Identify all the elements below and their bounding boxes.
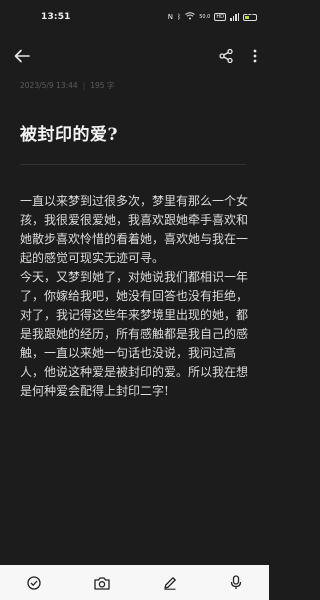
wifi-icon xyxy=(185,12,196,22)
camera-icon[interactable] xyxy=(94,576,110,590)
note-meta: 2023/5/9 13:44 | 195 字 xyxy=(20,80,114,91)
pen-icon[interactable] xyxy=(163,576,177,590)
note-paragraph-2: 今天，又梦到她了，对她说我们都相识一年了，你嫁给我吧，她没有回答也没有拒绝，对了… xyxy=(20,270,249,398)
meta-separator: | xyxy=(82,81,86,90)
note-word-count: 195 字 xyxy=(90,81,115,90)
microphone-icon[interactable] xyxy=(230,575,242,590)
wifi-speed: 50.0 xyxy=(199,14,211,20)
note-body[interactable]: 一直以来梦到过很多次，梦里有那么一个女孩，我很爱很爱她，我喜欢跟她牵手喜欢和她散… xyxy=(20,192,248,401)
arrow-left-icon[interactable] xyxy=(14,49,30,63)
battery-icon: 35 xyxy=(243,13,257,21)
signal-icon xyxy=(230,13,239,21)
note-date: 2023/5/9 13:44 xyxy=(20,81,78,90)
toolbar xyxy=(0,40,269,72)
status-time: 13:51 xyxy=(41,12,71,22)
status-bar: 13:51 N ᛒ 50.0 HD 35 xyxy=(0,0,269,34)
nfc-icon: N xyxy=(167,13,174,21)
share-icon[interactable] xyxy=(219,49,233,63)
status-icons: N ᛒ 50.0 HD 35 xyxy=(168,12,257,22)
bluetooth-icon: ᛒ xyxy=(177,13,182,21)
note-title[interactable]: 被封印的爱? xyxy=(20,120,118,145)
toolbar-actions xyxy=(219,49,257,63)
hd-icon: HD xyxy=(214,13,226,21)
bottom-toolbar xyxy=(0,565,269,600)
more-vertical-icon[interactable] xyxy=(253,49,257,63)
check-circle-icon[interactable] xyxy=(26,575,41,590)
note-paragraph-1: 一直以来梦到过很多次，梦里有那么一个女孩，我很爱很爱她，我喜欢跟她牵手喜欢和她散… xyxy=(20,194,249,265)
title-divider xyxy=(20,164,246,165)
